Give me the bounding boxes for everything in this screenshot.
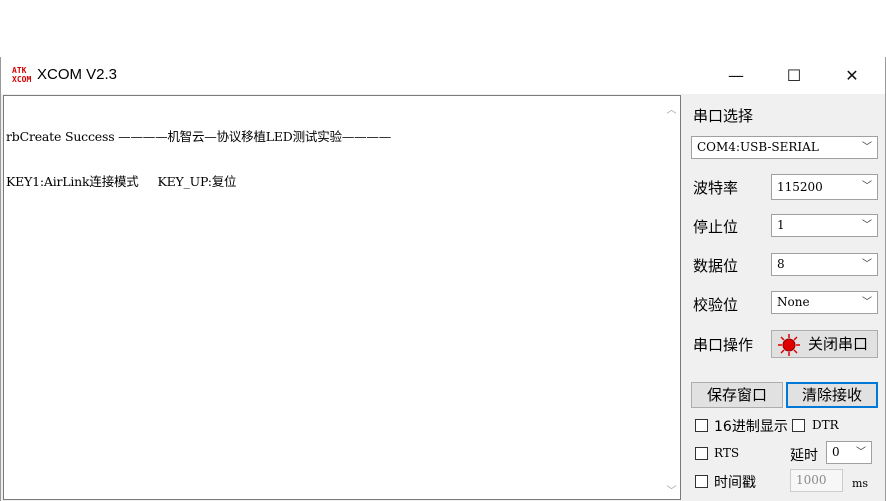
app-window: ATK XCOM XCOM V2.3 — ☐ ✕ rbCreate Succes… (0, 57, 886, 501)
chevron-down-icon: ﹀ (862, 297, 872, 308)
chevron-down-icon: ﹀ (862, 220, 872, 231)
receive-line: rbCreate Success ————机智云—协议移植LED测试实验———— (6, 129, 392, 144)
vertical-scrollbar[interactable]: ︿ ﹀ (663, 96, 680, 499)
port-select-label: 串口选择 (693, 107, 754, 125)
chevron-down-icon: ﹀ (862, 142, 872, 153)
delay-label: 延时 (790, 448, 818, 464)
port-select[interactable]: COM4:USB-SERIAL ﹀ (691, 136, 878, 159)
stopbits-select[interactable]: 1 ﹀ (771, 214, 878, 237)
clear-receive-button[interactable]: 清除接收 (786, 382, 878, 408)
led-indicator-icon (778, 334, 800, 356)
receive-text: rbCreate Success ————机智云—协议移植LED测试实验————… (6, 99, 391, 219)
save-window-button[interactable]: 保存窗口 (691, 382, 783, 408)
maximize-button[interactable]: ☐ (765, 57, 823, 94)
stopbits-label: 停止位 (693, 218, 739, 236)
scroll-up-icon[interactable]: ︿ (663, 101, 680, 116)
timestamp-interval-input[interactable]: 1000 (790, 469, 843, 492)
parity-label: 校验位 (693, 296, 739, 314)
rts-checkbox[interactable] (695, 447, 708, 460)
port-op-label: 串口操作 (693, 336, 754, 354)
receive-textarea[interactable]: rbCreate Success ————机智云—协议移植LED测试实验————… (3, 95, 681, 500)
hex-display-label: 16进制显示 (714, 419, 788, 435)
minimize-button[interactable]: — (707, 57, 765, 94)
dtr-checkbox[interactable] (792, 419, 805, 432)
chevron-down-icon: ﹀ (856, 447, 866, 458)
chevron-down-icon: ﹀ (862, 259, 872, 270)
window-title: XCOM V2.3 (37, 66, 118, 83)
close-button[interactable]: ✕ (823, 57, 881, 94)
dtr-label: DTR (812, 418, 839, 432)
timestamp-label: 时间戳 (714, 475, 756, 491)
close-port-button[interactable]: 关闭串口 (771, 330, 878, 358)
baud-label: 波特率 (693, 179, 739, 197)
chevron-down-icon: ﹀ (862, 181, 872, 192)
baud-select[interactable]: 115200 ﹀ (771, 174, 878, 200)
delay-select[interactable]: 0 ﹀ (826, 441, 872, 464)
databits-label: 数据位 (693, 257, 739, 275)
hex-display-checkbox[interactable] (695, 419, 708, 432)
xcom-logo-icon: ATK XCOM (12, 66, 32, 84)
rts-label: RTS (714, 446, 740, 460)
title-bar: ATK XCOM XCOM V2.3 — ☐ ✕ (1, 57, 885, 94)
parity-select[interactable]: None ﹀ (771, 291, 878, 314)
timestamp-checkbox[interactable] (695, 475, 708, 488)
receive-line: KEY1:AirLink连接模式 KEY_UP:复位 (6, 174, 237, 189)
timestamp-unit: ms (852, 477, 869, 490)
databits-select[interactable]: 8 ﹀ (771, 253, 878, 276)
scroll-down-icon[interactable]: ﹀ (663, 482, 680, 497)
